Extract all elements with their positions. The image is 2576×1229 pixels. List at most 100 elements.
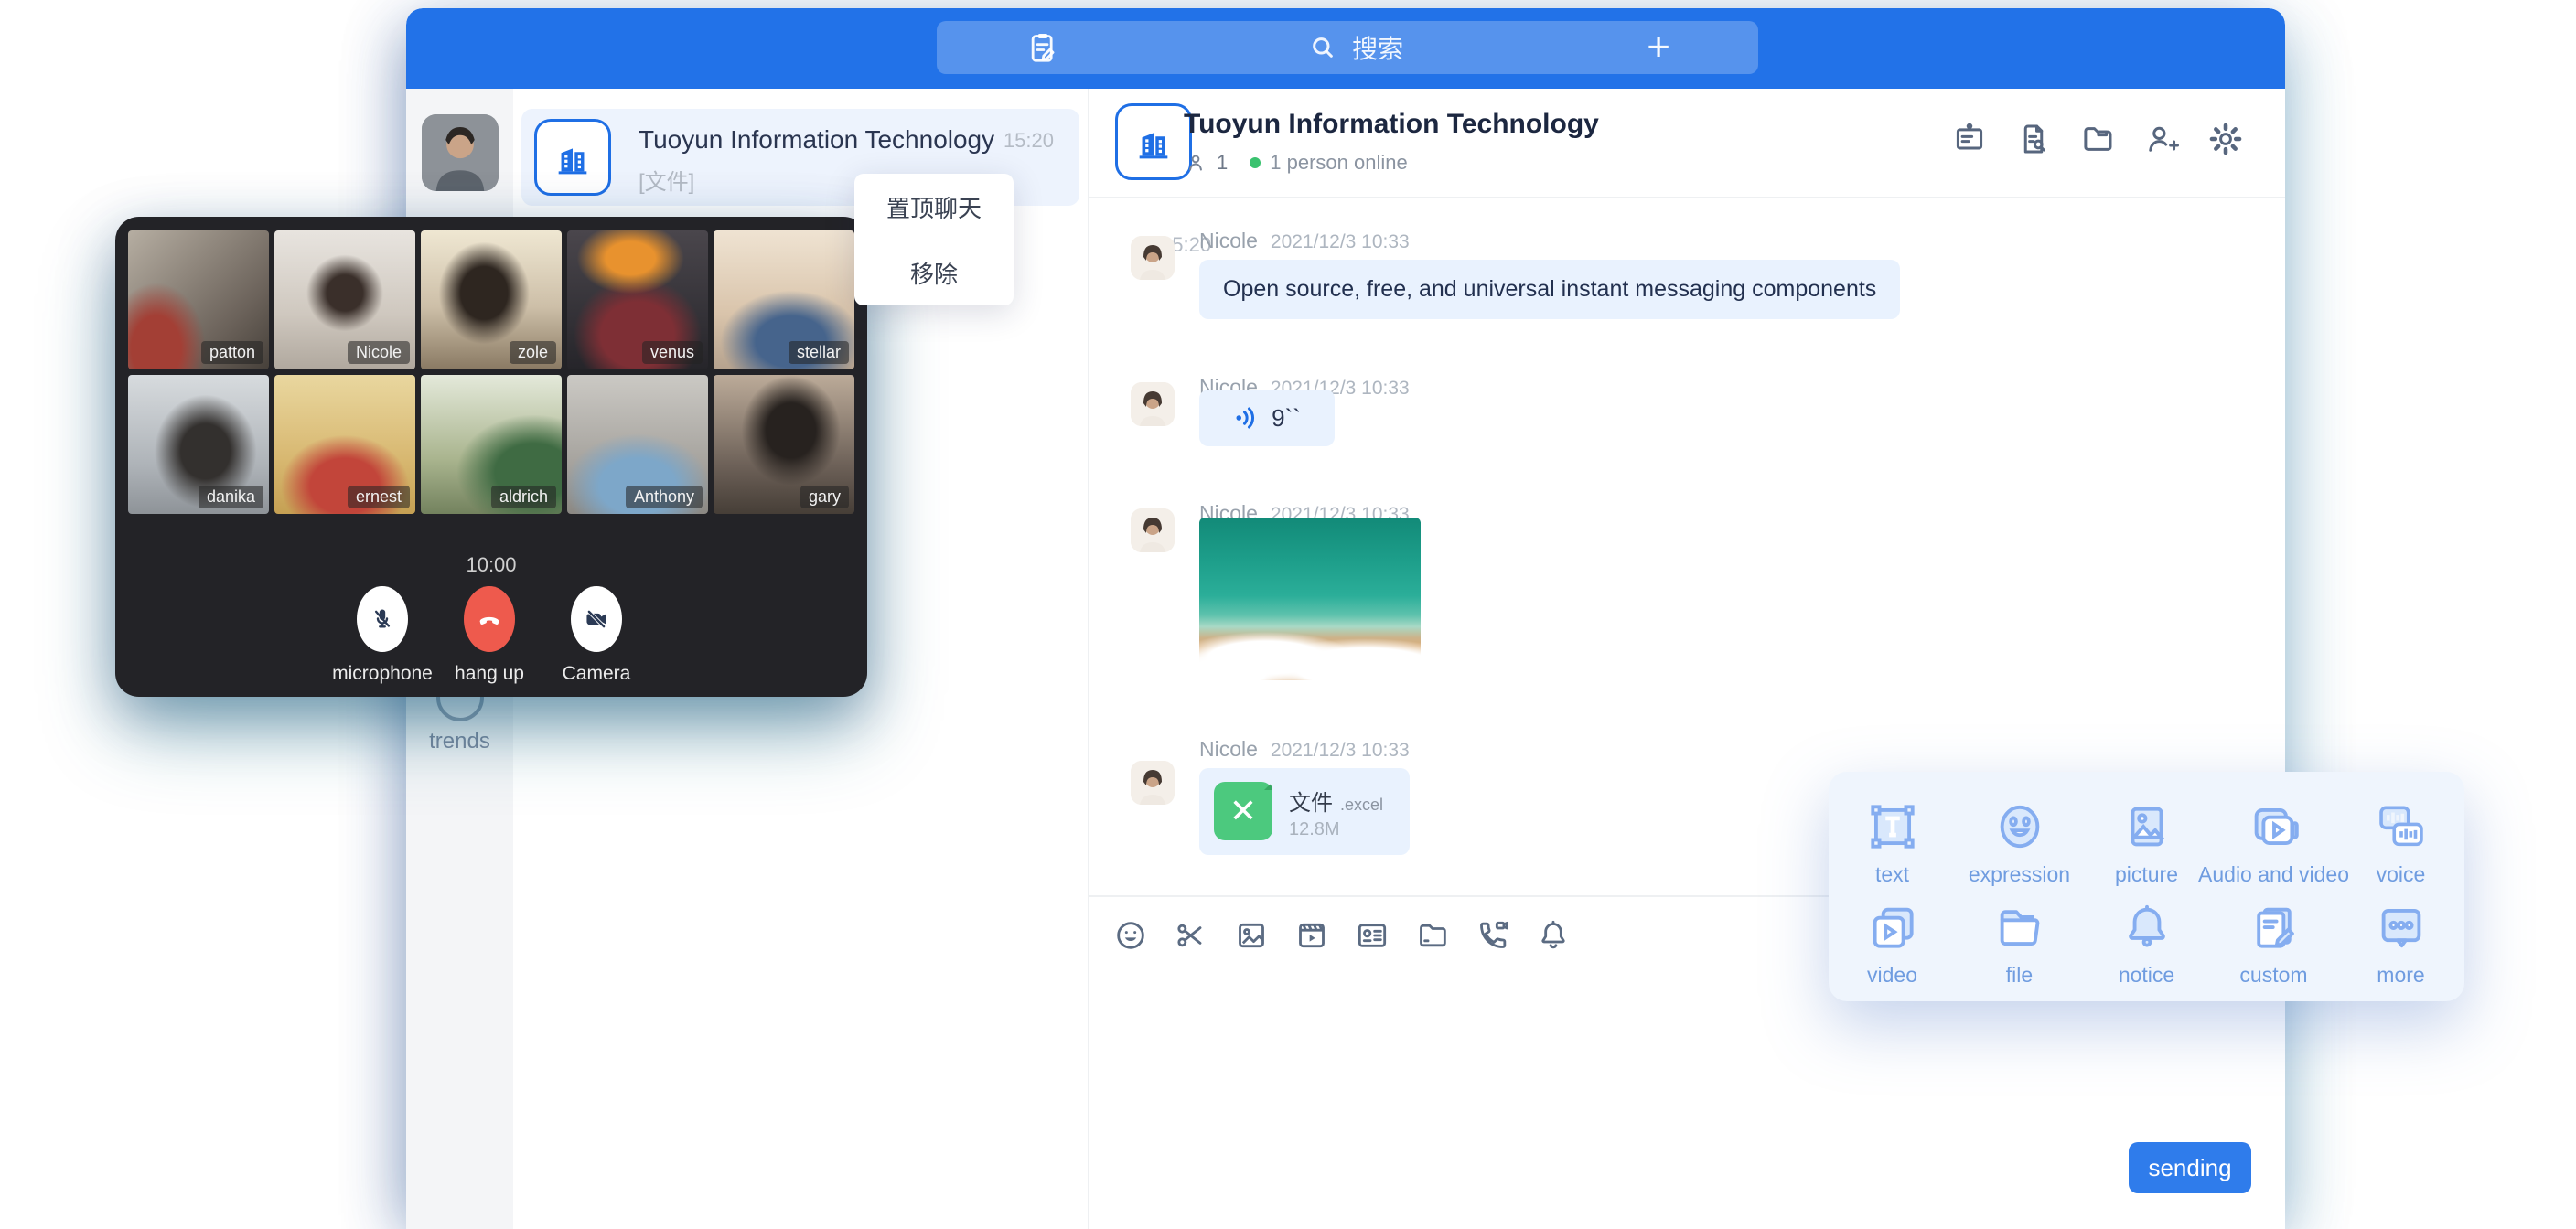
- picture-icon[interactable]: [1233, 917, 1270, 954]
- chat-header-tools: [1950, 120, 2245, 158]
- hang-up-control: hang up: [435, 586, 544, 685]
- notice-bell-icon: [2119, 899, 2175, 956]
- participant-name: danika: [199, 486, 263, 508]
- document-search-icon[interactable]: [2014, 120, 2053, 158]
- voice-duration: 9``: [1272, 404, 1301, 433]
- participant-tile: Nicole: [274, 230, 415, 369]
- video-call-phone-icon[interactable]: [1475, 917, 1511, 954]
- avatar[interactable]: [1131, 236, 1175, 280]
- panel-item-more[interactable]: more: [2337, 887, 2464, 988]
- sender-name: Nicole: [1199, 737, 1258, 762]
- hang-up-button[interactable]: [464, 586, 515, 652]
- avatar[interactable]: [1131, 508, 1175, 552]
- folder-icon[interactable]: [2078, 120, 2117, 158]
- emoji-icon[interactable]: [1112, 917, 1149, 954]
- text-message-bubble: Open source, free, and universal instant…: [1199, 260, 1900, 319]
- file-extension: .excel: [1340, 796, 1383, 815]
- panel-item-text[interactable]: text: [1829, 786, 1956, 887]
- camera-button[interactable]: [571, 586, 622, 652]
- file-name: 文件: [1289, 785, 1333, 817]
- voice-wave-icon: [1233, 404, 1261, 432]
- video-call-overlay: patton Nicole zole venus stellar danika …: [115, 217, 867, 697]
- search-input[interactable]: 搜索: [1304, 29, 1403, 66]
- picture-icon: [2119, 798, 2175, 855]
- composer-toolbar: [1112, 917, 1572, 954]
- video-clip-icon[interactable]: [1293, 917, 1330, 954]
- microphone-label: microphone: [332, 663, 433, 685]
- top-bar: 搜索 +: [406, 8, 2285, 89]
- panel-label: Audio and video: [2198, 862, 2349, 887]
- organization-building-icon: [534, 119, 611, 196]
- member-person-icon: [1184, 151, 1208, 175]
- file-message-bubble[interactable]: ✕ 文件 .excel 12.8M: [1199, 768, 1410, 855]
- hang-up-icon: [475, 604, 504, 634]
- menu-item-pin-chat[interactable]: 置顶聊天: [854, 174, 1014, 240]
- custom-doc-pen-icon: [2246, 899, 2302, 956]
- participant-tile: Anthony: [567, 375, 708, 514]
- panel-item-audio-video[interactable]: Audio and video: [2210, 786, 2337, 887]
- file-folder-icon[interactable]: [1414, 917, 1451, 954]
- participant-name: Anthony: [626, 486, 703, 508]
- participant-name: aldrich: [491, 486, 556, 508]
- camera-label: Camera: [563, 663, 631, 685]
- participant-tile: zole: [421, 230, 562, 369]
- user-avatar[interactable]: [422, 114, 499, 191]
- panel-label: picture: [2115, 862, 2178, 887]
- panel-item-picture[interactable]: picture: [2083, 786, 2210, 887]
- panel-label: file: [2006, 963, 2033, 988]
- voice-bubbles-icon: [2373, 798, 2430, 855]
- context-menu: 置顶聊天 移除: [854, 174, 1014, 305]
- text-frame-icon: [1864, 798, 1921, 855]
- participant-name: ernest: [348, 486, 410, 508]
- gear-icon[interactable]: [2206, 120, 2245, 158]
- microphone-button[interactable]: [357, 586, 408, 652]
- notice-bell-icon[interactable]: [1535, 917, 1572, 954]
- panel-label: custom: [2239, 963, 2307, 988]
- panel-item-video[interactable]: video: [1829, 887, 1956, 988]
- add-person-icon[interactable]: [2142, 120, 2181, 158]
- panel-item-voice[interactable]: voice: [2337, 786, 2464, 887]
- audio-video-icon: [2246, 798, 2302, 855]
- panel-label: notice: [2119, 963, 2174, 988]
- screenshot-scissors-icon[interactable]: [1173, 917, 1209, 954]
- member-count: 1: [1217, 151, 1228, 175]
- panel-label: expression: [1969, 862, 2070, 887]
- panel-label: more: [2377, 963, 2424, 988]
- chat-item-title: Tuoyun Information Technology: [639, 125, 994, 155]
- image-message-beach-photo[interactable]: [1199, 518, 1421, 680]
- send-button[interactable]: sending: [2129, 1142, 2251, 1193]
- participant-name: Nicole: [348, 341, 410, 364]
- voice-message-bubble[interactable]: 9``: [1199, 390, 1335, 446]
- panel-item-notice[interactable]: notice: [2083, 887, 2210, 988]
- participant-tile: patton: [128, 230, 269, 369]
- panel-item-file[interactable]: file: [1956, 887, 2083, 988]
- contact-card-icon[interactable]: [1354, 917, 1390, 954]
- microphone-control: microphone: [327, 586, 437, 685]
- chat-title: Tuoyun Information Technology: [1184, 109, 1599, 140]
- panel-item-expression[interactable]: expression: [1956, 786, 2083, 887]
- file-size: 12.8M: [1289, 819, 1340, 840]
- trends-label: trends: [406, 729, 513, 754]
- message-meta: Nicole 2021/12/3 10:33: [1199, 229, 1410, 253]
- message-meta: Nicole 2021/12/3 10:33: [1199, 737, 1410, 762]
- avatar[interactable]: [1131, 382, 1175, 426]
- plus-icon[interactable]: +: [1647, 29, 1670, 66]
- expression-smiley-icon: [1991, 798, 2048, 855]
- announcement-board-icon[interactable]: [1950, 120, 1989, 158]
- search-bar[interactable]: 搜索 +: [937, 21, 1758, 74]
- camera-control: Camera: [542, 586, 651, 685]
- search-placeholder: 搜索: [1352, 29, 1403, 66]
- participant-name: venus: [642, 341, 703, 364]
- message-time: 2021/12/3 10:33: [1271, 231, 1410, 253]
- panel-item-custom[interactable]: custom: [2210, 887, 2337, 988]
- more-dots-bubble-icon: [2373, 899, 2430, 956]
- menu-item-remove[interactable]: 移除: [854, 240, 1014, 305]
- participant-tile: aldrich: [421, 375, 562, 514]
- camera-muted-icon: [583, 605, 610, 633]
- online-status-dot: [1250, 157, 1261, 168]
- participant-name: zole: [510, 341, 556, 364]
- message-time: 2021/12/3 10:33: [1271, 740, 1410, 762]
- avatar[interactable]: [1131, 761, 1175, 805]
- message-type-panel: text expression picture: [1829, 772, 2464, 1001]
- clipboard-edit-icon[interactable]: [1025, 29, 1061, 66]
